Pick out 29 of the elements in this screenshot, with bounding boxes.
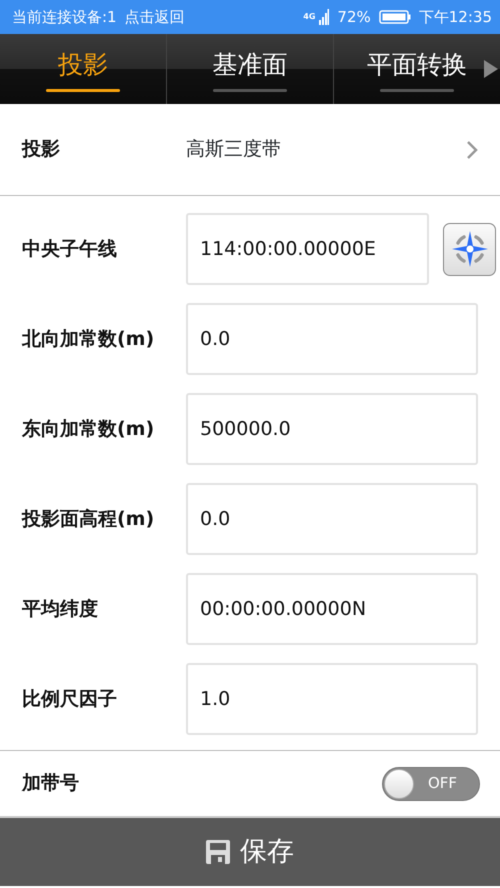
field-label: 平均纬度 — [22, 596, 99, 622]
locate-button[interactable] — [443, 222, 496, 276]
tab[interactable]: 基准面 — [166, 34, 333, 104]
projection-row[interactable]: 投影 高斯三度带 — [0, 104, 500, 196]
projection-label: 投影 — [22, 137, 61, 162]
input-field[interactable]: 1.0 — [186, 663, 478, 735]
input-field[interactable]: 500000.0 — [186, 393, 478, 465]
field-label: 中央子午线 — [22, 236, 118, 262]
chevron-right-icon — [466, 140, 478, 160]
save-icon — [206, 840, 230, 864]
input-field[interactable]: 0.0 — [186, 303, 478, 375]
input-field[interactable]: 0.0 — [186, 483, 478, 555]
field-label: 北向加常数(m) — [22, 326, 156, 352]
projection-value: 高斯三度带 — [186, 137, 281, 162]
save-button[interactable]: 保存 — [200, 830, 300, 874]
input-field[interactable]: 00:00:00.00000N — [186, 573, 478, 645]
battery-percent: 72% — [337, 6, 371, 28]
input-field[interactable]: 114:00:00.00000E — [186, 213, 429, 285]
field-label: 东向加常数(m) — [22, 416, 156, 442]
tab[interactable]: 投影 — [0, 34, 166, 104]
status-text: 当前连接设备:1 — [12, 6, 117, 28]
battery-icon — [378, 10, 411, 24]
field-label: 比例尺因子 — [22, 686, 118, 712]
clock: 下午12:35 — [418, 6, 492, 28]
toggle-label: 加带号 — [22, 771, 80, 796]
scroll-right-icon[interactable] — [484, 60, 498, 78]
field-label: 投影面高程(m) — [22, 506, 156, 532]
network-label: 4G — [303, 11, 316, 23]
signal-icon — [319, 9, 330, 25]
